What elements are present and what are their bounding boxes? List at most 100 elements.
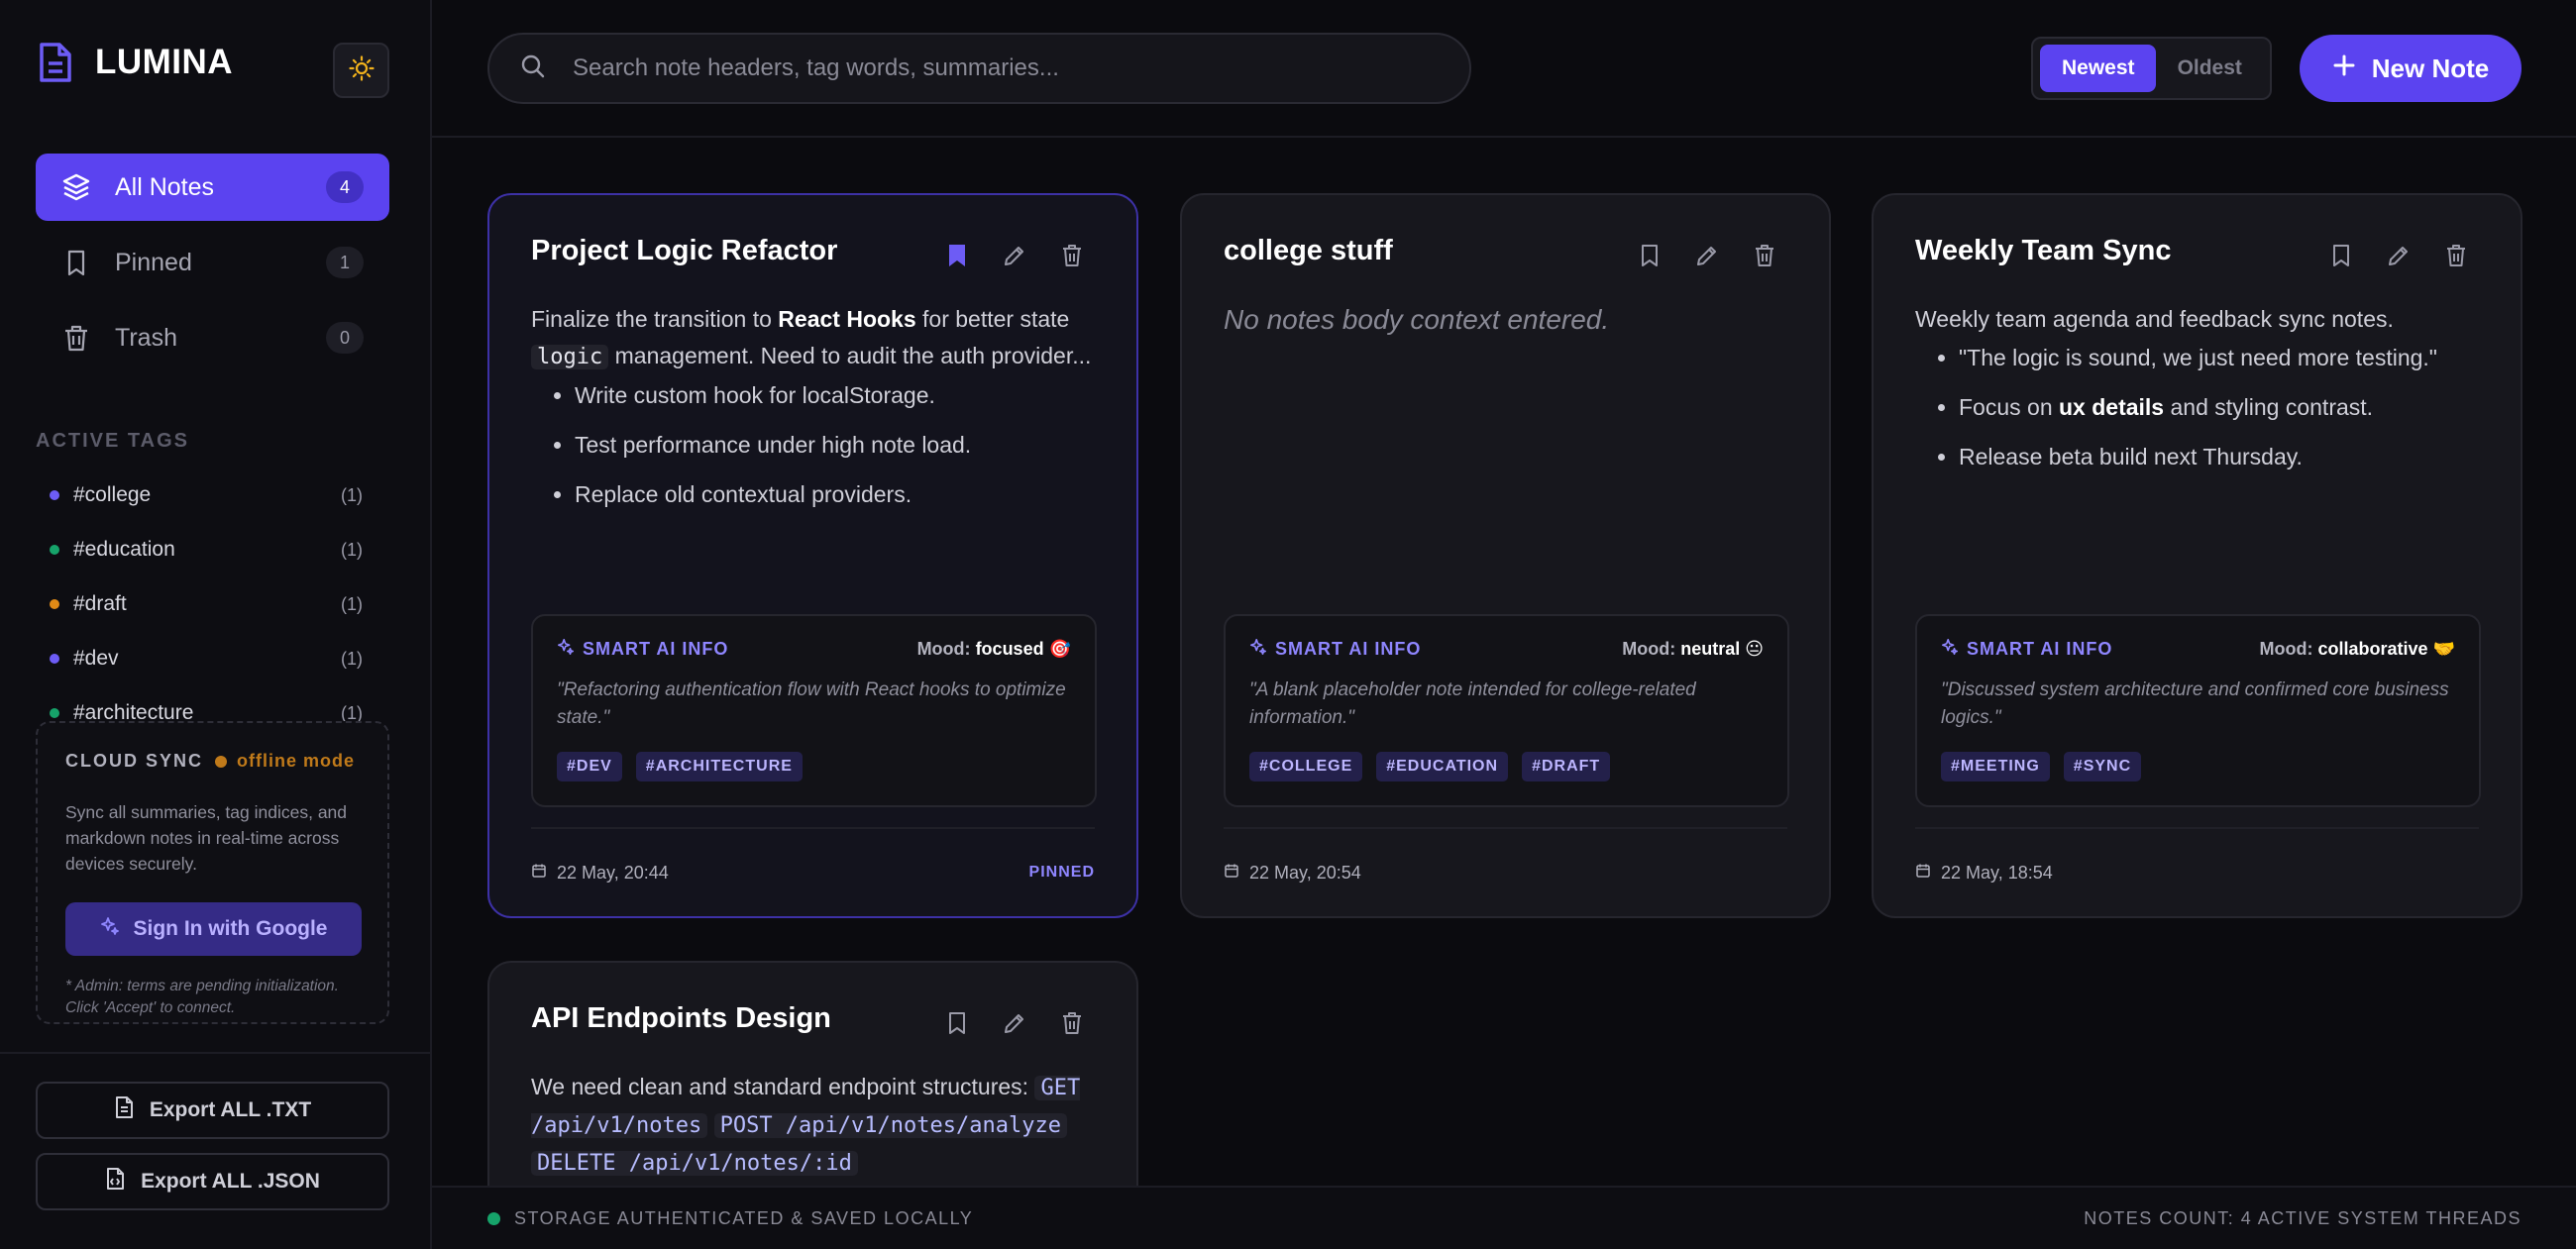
edit-icon[interactable]	[1000, 1008, 1029, 1038]
body-bold: ux details	[2059, 394, 2165, 420]
sidebar-item-label: Trash	[115, 323, 177, 352]
ai-info-panel: SMART AI INFO Mood: neutral 😐 "A blank p…	[1224, 614, 1789, 807]
status-bar: STORAGE AUTHENTICATED & SAVED LOCALLY NO…	[432, 1186, 2576, 1249]
list-item: Write custom hook for localStorage.	[575, 377, 1095, 414]
sort-oldest-button[interactable]: Oldest	[2156, 45, 2263, 92]
bookmark-icon[interactable]	[942, 1008, 972, 1038]
bookmark-filled-icon[interactable]	[942, 241, 972, 270]
tag-chip[interactable]: #MEETING	[1941, 752, 2050, 781]
offline-status-dot	[215, 755, 228, 768]
search-input[interactable]	[573, 54, 1440, 82]
sidebar-item-trash[interactable]: Trash 0	[36, 304, 389, 371]
sidebar-item-label: Pinned	[115, 248, 192, 276]
bookmark-icon[interactable]	[1635, 241, 1664, 270]
list-item: Replace old contextual providers.	[575, 476, 1095, 513]
ai-info-panel: SMART AI INFO Mood: focused 🎯 "Refactori…	[531, 614, 1097, 807]
storage-status: STORAGE AUTHENTICATED & SAVED LOCALLY	[514, 1207, 974, 1228]
inline-code: logic	[531, 345, 609, 369]
sparkle-icon	[1249, 638, 1267, 661]
body-text: and styling contrast.	[2164, 394, 2374, 420]
google-sign-in-button[interactable]: Sign In with Google	[65, 902, 362, 956]
export-json-label: Export ALL .JSON	[141, 1170, 320, 1193]
note-date: 22 May, 20:54	[1249, 862, 1361, 883]
calendar-icon	[531, 863, 547, 884]
calendar-icon	[1915, 863, 1931, 884]
storage-status-dot	[487, 1211, 500, 1225]
list-item: Release beta build next Thursday.	[1959, 439, 2479, 475]
tag-chip[interactable]: #DRAFT	[1522, 752, 1611, 781]
body-text: Focus on	[1959, 394, 2059, 420]
sync-admin-note: * Admin: terms are pending initializatio…	[65, 978, 339, 1016]
body-bold: React Hooks	[778, 306, 916, 332]
theme-toggle-button[interactable]	[333, 43, 389, 98]
file-code-icon	[105, 1167, 125, 1197]
sidebar-item-label: All Notes	[115, 172, 215, 201]
calendar-icon	[1224, 863, 1239, 884]
note-list: Write custom hook for localStorage. Test…	[531, 377, 1095, 513]
edit-icon[interactable]	[2384, 241, 2414, 270]
inline-code: DELETE /api/v1/notes/:id	[531, 1151, 858, 1176]
search-bar[interactable]	[487, 33, 1471, 104]
sync-title: CLOUD SYNC	[65, 751, 204, 771]
tag-count: (1)	[341, 539, 363, 560]
note-body: Finalize the transition to React Hooks f…	[531, 301, 1095, 513]
sort-toggle: Newest Oldest	[2031, 37, 2272, 100]
note-date: 22 May, 18:54	[1941, 862, 2053, 883]
tag-item-education[interactable]: #education (1)	[50, 535, 363, 565]
tag-chip[interactable]: #EDUCATION	[1376, 752, 1509, 781]
tag-item-dev[interactable]: #dev (1)	[50, 644, 363, 674]
note-card[interactable]: API Endpoints Design We need clean and s…	[487, 961, 1138, 1186]
tag-chip[interactable]: #COLLEGE	[1249, 752, 1363, 781]
tag-chip[interactable]: #SYNC	[2063, 752, 2142, 781]
new-note-button[interactable]: New Note	[2300, 35, 2522, 102]
trash-icon[interactable]	[2441, 241, 2471, 270]
tag-item-college[interactable]: #college (1)	[50, 480, 363, 510]
ai-label: SMART AI INFO	[1967, 639, 2113, 659]
export-json-button[interactable]: Export ALL .JSON	[36, 1153, 389, 1210]
edit-icon[interactable]	[1692, 241, 1722, 270]
body-text: for better state	[915, 306, 1070, 332]
tag-chip[interactable]: #DEV	[557, 752, 622, 781]
sidebar-item-all-notes[interactable]: All Notes 4	[36, 154, 389, 221]
google-sign-in-label: Sign In with Google	[133, 917, 328, 940]
sparkle-icon	[100, 916, 120, 942]
export-txt-button[interactable]: Export ALL .TXT	[36, 1082, 389, 1139]
top-bar: Newest Oldest New Note	[432, 0, 2576, 138]
tag-chip[interactable]: #ARCHITECTURE	[635, 752, 803, 781]
tag-dot	[50, 654, 59, 664]
search-icon	[519, 52, 547, 85]
note-footer: 22 May, 20:54	[1224, 827, 1787, 916]
count-badge: 4	[326, 171, 364, 203]
brand[interactable]: LUMINA	[36, 42, 233, 83]
body-text: management. Need to audit the auth provi…	[608, 343, 1092, 368]
sidebar: LUMINA All Notes 4 Pinned 1 Trash 0 ACTI…	[0, 0, 432, 1249]
ai-summary: "A blank placeholder note intended for c…	[1249, 679, 1696, 728]
edit-icon[interactable]	[1000, 241, 1029, 270]
note-card[interactable]: Weekly Team Sync Weekly team agenda and …	[1872, 193, 2522, 918]
note-body: We need clean and standard endpoint stru…	[531, 1069, 1095, 1182]
trash-icon[interactable]	[1057, 1008, 1087, 1038]
tag-count: (1)	[341, 648, 363, 669]
trash-icon[interactable]	[1057, 241, 1087, 270]
bookmark-icon[interactable]	[2326, 241, 2356, 270]
sidebar-item-pinned[interactable]: Pinned 1	[36, 229, 389, 296]
trash-icon[interactable]	[1750, 241, 1779, 270]
tag-dot	[50, 708, 59, 718]
layers-icon	[61, 172, 91, 202]
sun-icon	[348, 54, 375, 86]
note-card[interactable]: college stuff No notes body context ente…	[1180, 193, 1831, 918]
tag-item-draft[interactable]: #draft (1)	[50, 589, 363, 619]
sparkle-icon	[1941, 638, 1959, 661]
sort-newest-button[interactable]: Newest	[2040, 45, 2157, 92]
note-card[interactable]: Project Logic Refactor Finalize the tran…	[487, 193, 1138, 918]
note-list: "The logic is sound, we just need more t…	[1915, 340, 2479, 475]
inline-code: POST /api/v1/notes/analyze	[713, 1113, 1067, 1138]
new-note-label: New Note	[2371, 52, 2490, 83]
export-txt-label: Export ALL .TXT	[149, 1098, 312, 1121]
tag-name: #education	[73, 538, 175, 561]
sparkle-icon	[557, 638, 575, 661]
tag-dot	[50, 490, 59, 500]
note-footer: 22 May, 20:44 PINNED	[531, 827, 1095, 916]
cloud-sync-panel: CLOUD SYNC offline mode Sync all summari…	[36, 721, 389, 1024]
note-date: 22 May, 20:44	[557, 862, 669, 883]
